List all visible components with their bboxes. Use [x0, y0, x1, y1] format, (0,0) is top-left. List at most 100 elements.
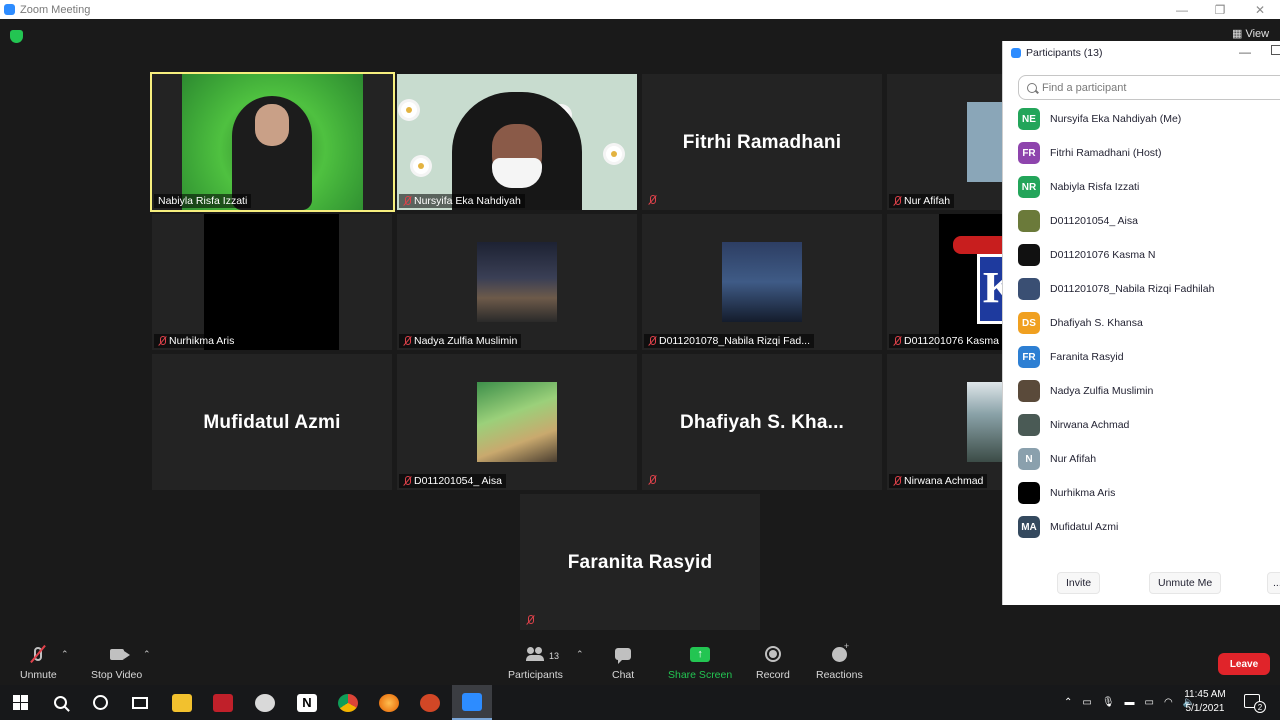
firefox-button[interactable]: [369, 685, 409, 720]
powerpoint-button[interactable]: [410, 685, 450, 720]
video-tile[interactable]: Faranita Rasyid: [520, 494, 760, 630]
participant-row[interactable]: D011201078_Nabila Rizqi Fadhilah: [1003, 272, 1280, 306]
flower-decoration: [401, 102, 417, 118]
stop-video-label: Stop Video: [91, 669, 143, 681]
audio-options-caret[interactable]: ⌃: [61, 649, 69, 660]
start-button[interactable]: [0, 685, 40, 720]
search-icon: [53, 696, 67, 709]
video-tile[interactable]: D011201078_Nabila Rizqi Fad...: [642, 214, 882, 350]
task-view-icon: [132, 696, 148, 709]
participant-row[interactable]: FR Faranita Rasyid: [1003, 340, 1280, 374]
participant-row[interactable]: DS Dhafiyah S. Khansa: [1003, 306, 1280, 340]
video-tile[interactable]: Dhafiyah S. Kha...: [642, 354, 882, 490]
minimize-window-button[interactable]: —: [1162, 0, 1202, 19]
chrome-button[interactable]: [328, 685, 368, 720]
profile-picture: [477, 242, 557, 322]
video-tile[interactable]: Nur Afifah: [887, 74, 1002, 210]
participant-row[interactable]: N Nur Afifah: [1003, 442, 1280, 476]
notion-button[interactable]: N: [287, 685, 327, 720]
participants-panel-header: Participants (13) —: [1003, 41, 1280, 65]
video-tile[interactable]: D011201054_ Aisa: [397, 354, 637, 490]
video-tile[interactable]: K D011201076 Kasma: [887, 214, 1002, 350]
more-options-button[interactable]: ...: [1267, 572, 1280, 594]
profile-picture: [722, 242, 802, 322]
video-tile[interactable]: Fitrhi Ramadhani: [642, 74, 882, 210]
encryption-shield-icon[interactable]: [10, 30, 23, 43]
share-screen-button[interactable]: ↑ Share Screen: [668, 643, 732, 681]
taskbar-app-button[interactable]: [245, 685, 285, 720]
window-title: Zoom Meeting: [20, 3, 91, 16]
tile-name-label: Nirwana Achmad: [889, 474, 988, 488]
video-tile[interactable]: Nurhikma Aris: [152, 214, 392, 350]
chat-button[interactable]: Chat: [612, 643, 634, 681]
participant-search-input[interactable]: [1042, 81, 1262, 94]
participants-options-caret[interactable]: ⌃: [576, 649, 584, 660]
app-icon: [255, 693, 275, 712]
video-tile-active-speaker[interactable]: Nabiyla Risfa Izzati: [150, 72, 395, 212]
unmute-me-button[interactable]: Unmute Me: [1149, 572, 1222, 594]
stop-video-button[interactable]: Stop Video: [91, 643, 142, 681]
participant-row[interactable]: Nadya Zulfia Muslimin: [1003, 374, 1280, 408]
meet-now-icon[interactable]: ▭: [1082, 697, 1091, 708]
wifi-icon[interactable]: ◠: [1164, 697, 1173, 708]
tile-display-name: Faranita Rasyid: [567, 552, 713, 573]
participant-name: Faranita Rasyid: [1050, 351, 1124, 363]
taskbar-app-button[interactable]: [203, 685, 243, 720]
video-tile[interactable]: Mufidatul Azmi: [152, 354, 392, 490]
participant-row[interactable]: MA Mufidatul Azmi: [1003, 510, 1280, 544]
tile-name: Nadya Zulfia Muslimin: [414, 335, 518, 347]
usb-icon[interactable]: ▬: [1125, 697, 1135, 708]
participant-search[interactable]: [1018, 75, 1280, 100]
video-tile[interactable]: Nadya Zulfia Muslimin: [397, 214, 637, 350]
taskbar-clock[interactable]: 11:45 AM 5/1/2021: [1180, 688, 1230, 716]
file-explorer-button[interactable]: [162, 685, 202, 720]
participant-row[interactable]: NE Nursyifa Eka Nahdiyah (Me): [1003, 102, 1280, 136]
participants-button[interactable]: Participants: [508, 643, 563, 681]
participant-row[interactable]: Nirwana Achmad: [1003, 408, 1280, 442]
profile-picture: [204, 214, 339, 350]
battery-icon[interactable]: ▭: [1145, 697, 1154, 708]
muted-mic-icon: [648, 475, 656, 485]
view-button[interactable]: ▦ View: [1232, 27, 1269, 40]
system-tray: ⌃ ▭ 🎙 ▬ ▭ ◠ 🔈: [1064, 685, 1195, 720]
tile-name: D011201054_ Aisa: [414, 475, 502, 487]
show-hidden-icons-icon[interactable]: ⌃: [1064, 697, 1072, 708]
leave-button[interactable]: Leave: [1218, 653, 1270, 675]
unmute-button[interactable]: Unmute: [20, 643, 57, 681]
video-tile[interactable]: Nursyifa Eka Nahdiyah: [397, 74, 637, 210]
record-button[interactable]: Record: [756, 643, 790, 681]
participant-avatar: [1018, 380, 1040, 402]
participant-row[interactable]: D011201054_ Aisa: [1003, 204, 1280, 238]
zoom-taskbar-button[interactable]: [452, 685, 492, 720]
reactions-button[interactable]: Reactions: [816, 641, 863, 682]
restore-window-button[interactable]: ❐: [1200, 0, 1240, 19]
tile-name-label: D011201078_Nabila Rizqi Fad...: [644, 334, 814, 348]
microphone-icon[interactable]: 🎙: [1102, 697, 1115, 708]
invite-button[interactable]: Invite: [1057, 572, 1101, 594]
popout-panel-button[interactable]: [1271, 45, 1280, 55]
participant-row[interactable]: D011201076 Kasma N: [1003, 238, 1280, 272]
tile-display-name: Mufidatul Azmi: [203, 412, 341, 433]
face-mask: [492, 158, 542, 188]
taskbar-search-button[interactable]: [40, 685, 80, 720]
participant-row[interactable]: Nurhikma Aris: [1003, 476, 1280, 510]
video-tile[interactable]: Nirwana Achmad: [887, 354, 1002, 490]
view-label: View: [1245, 28, 1270, 40]
zoom-app-icon: [4, 4, 15, 15]
tile-name-label: Nabiyla Risfa Izzati: [154, 194, 252, 208]
minimize-panel-button[interactable]: —: [1239, 45, 1251, 59]
participant-row[interactable]: NR Nabiyla Risfa Izzati: [1003, 170, 1280, 204]
k-logo: K: [977, 254, 1002, 324]
muted-mic-icon: [893, 476, 901, 486]
close-window-button[interactable]: ✕: [1240, 0, 1280, 19]
participant-row[interactable]: FR Fitrhi Ramadhani (Host): [1003, 136, 1280, 170]
title-bar: Zoom Meeting — ❐ ✕: [0, 0, 1280, 19]
muted-mic-icon: [648, 195, 656, 205]
cortana-button[interactable]: [80, 685, 120, 720]
tile-name: Nur Afifah: [904, 195, 951, 207]
task-view-button[interactable]: [120, 685, 160, 720]
profile-picture: [967, 102, 1002, 182]
video-options-caret[interactable]: ⌃: [143, 649, 151, 660]
cortana-icon: [92, 695, 108, 710]
muted-mic-icon: [403, 476, 411, 486]
